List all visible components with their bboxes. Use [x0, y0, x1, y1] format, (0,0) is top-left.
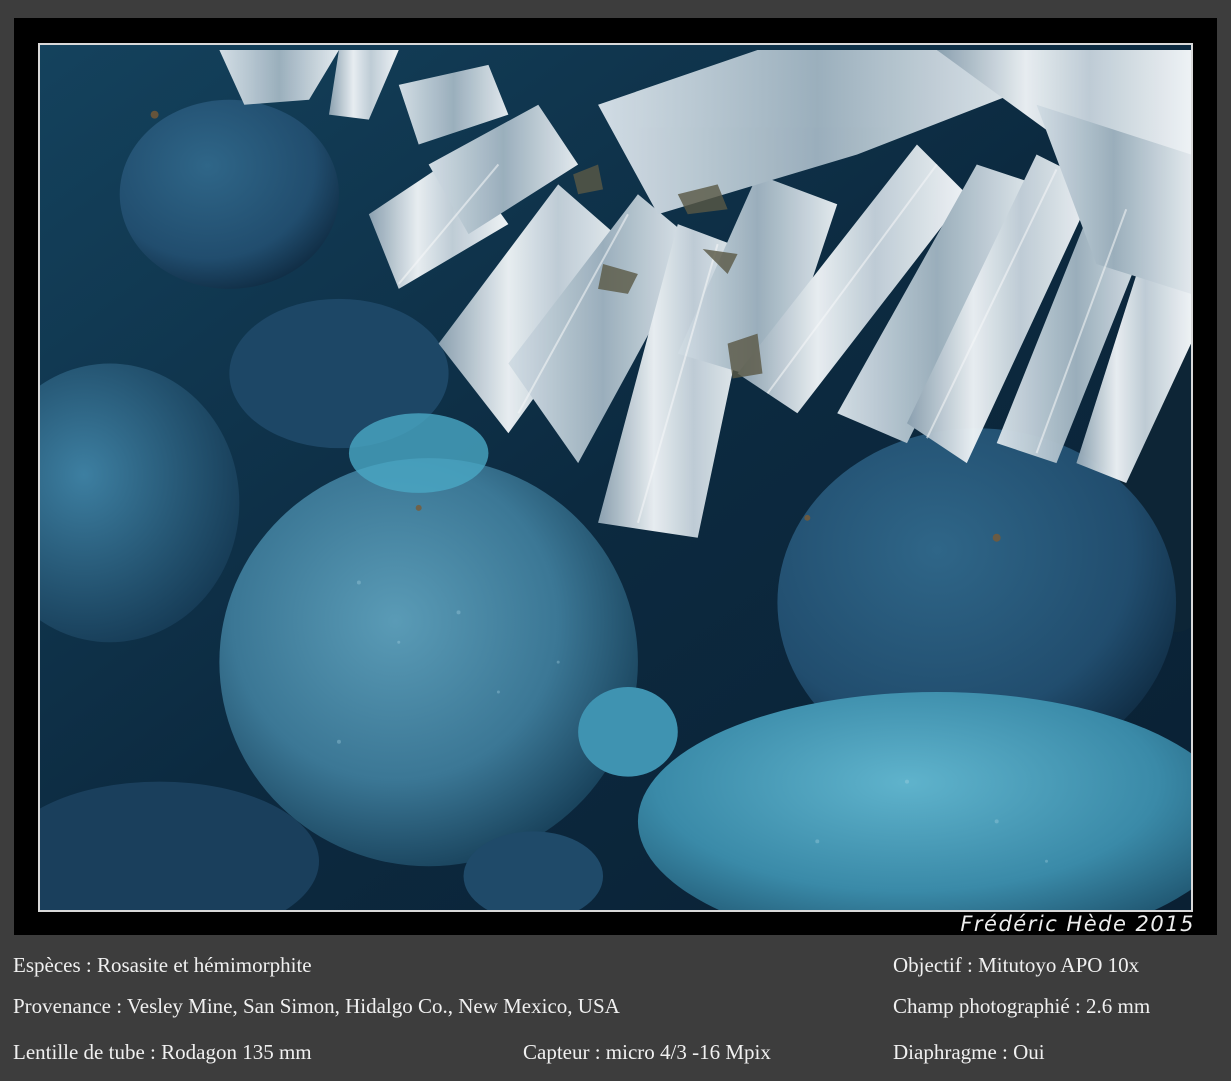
caption-diaphragme: Diaphragme : Oui — [893, 1040, 1045, 1064]
caption-champ: Champ photographié : 2.6 mm — [893, 994, 1151, 1018]
caption-especes: Espèces : Rosasite et hémimorphite — [13, 953, 312, 977]
mineral-photo-illustration — [40, 45, 1191, 910]
caption-provenance: Provenance : Vesley Mine, San Simon, Hid… — [13, 994, 620, 1018]
caption-objectif: Objectif : Mitutoyo APO 10x — [893, 953, 1140, 977]
caption-lentille: Lentille de tube : Rodagon 135 mm — [13, 1040, 312, 1064]
mineral-photo — [38, 43, 1193, 912]
caption-capteur: Capteur : micro 4/3 -16 Mpix — [523, 1040, 771, 1064]
photographer-signature: Frédéric Hède 2015 — [960, 912, 1195, 936]
photo-caption: Espèces : Rosasite et hémimorphite Objec… — [0, 940, 1231, 1081]
